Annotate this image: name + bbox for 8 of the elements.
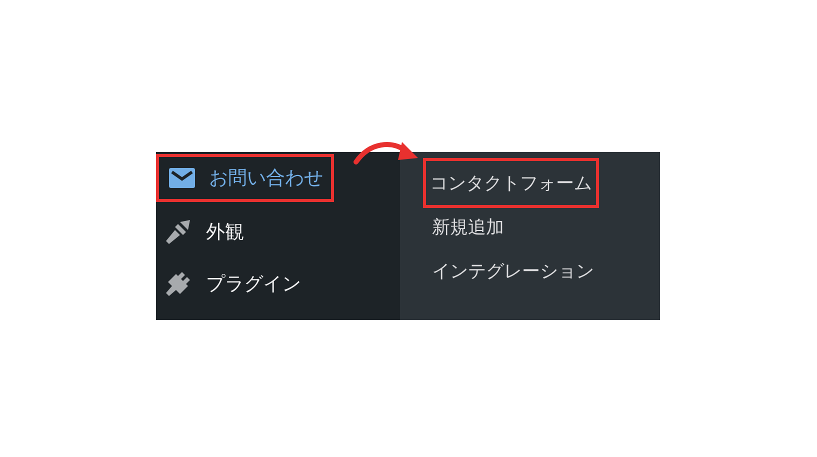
envelope-icon — [169, 168, 195, 188]
paintbrush-icon — [166, 220, 192, 244]
menu-item[interactable]: プラグイン — [156, 262, 309, 306]
menu-item[interactable]: お問い合わせ — [156, 154, 334, 202]
submenu-item[interactable]: インテグレーション — [423, 248, 603, 294]
submenu-item[interactable]: コンタクトフォーム — [423, 158, 599, 208]
plug-icon — [166, 272, 192, 296]
menu-item[interactable]: 外観 — [156, 210, 252, 254]
